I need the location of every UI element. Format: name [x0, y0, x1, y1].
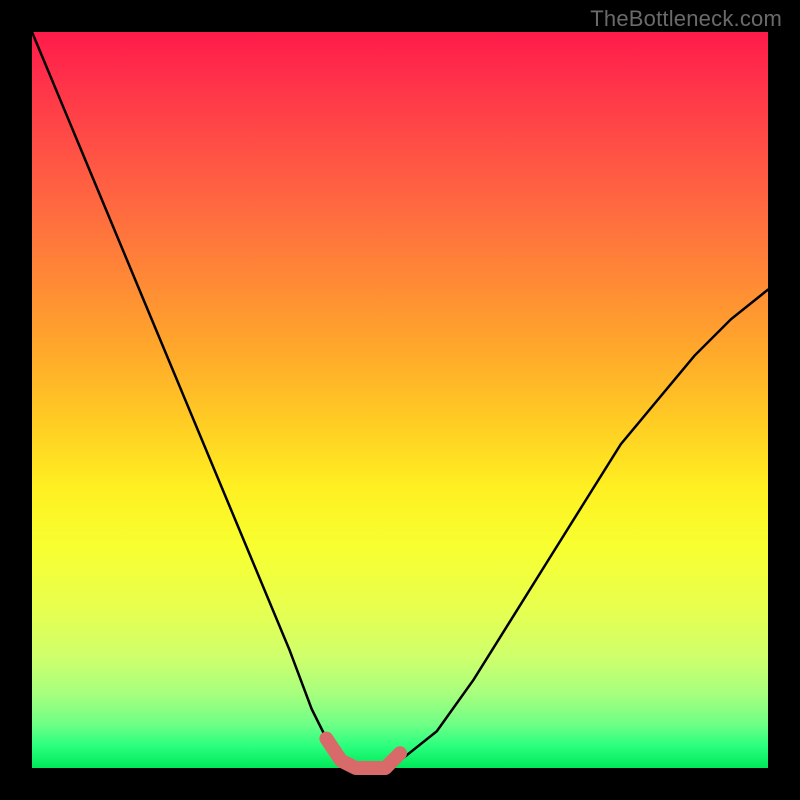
valley-highlight	[326, 739, 400, 768]
plot-area	[32, 32, 768, 768]
bottleneck-curve	[32, 32, 768, 768]
chart-frame: TheBottleneck.com	[0, 0, 800, 800]
brand-watermark: TheBottleneck.com	[590, 6, 782, 32]
curve-svg	[32, 32, 768, 768]
